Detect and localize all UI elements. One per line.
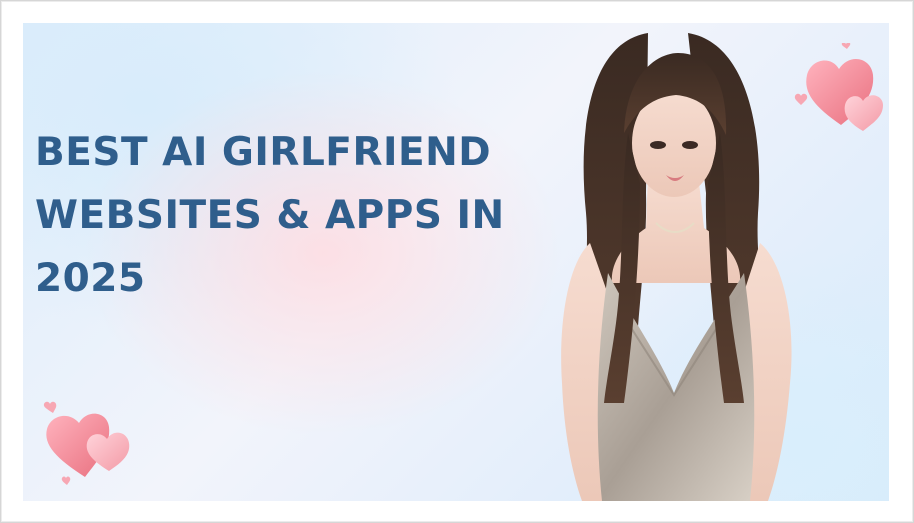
banner-headline: BEST AI GIRLFRIEND WEBSITES & APPS IN 20… [35, 121, 555, 310]
hearts-icon [37, 399, 147, 489]
headline-line-2: WEBSITES & APPS IN [35, 193, 505, 238]
headline-line-3: 2025 [35, 256, 146, 301]
hearts-icon [791, 43, 887, 135]
image-frame: BEST AI GIRLFRIEND WEBSITES & APPS IN 20… [0, 0, 914, 523]
banner: BEST AI GIRLFRIEND WEBSITES & APPS IN 20… [23, 23, 889, 501]
woman-illustration [561, 33, 792, 501]
headline-line-1: BEST AI GIRLFRIEND [35, 130, 492, 175]
